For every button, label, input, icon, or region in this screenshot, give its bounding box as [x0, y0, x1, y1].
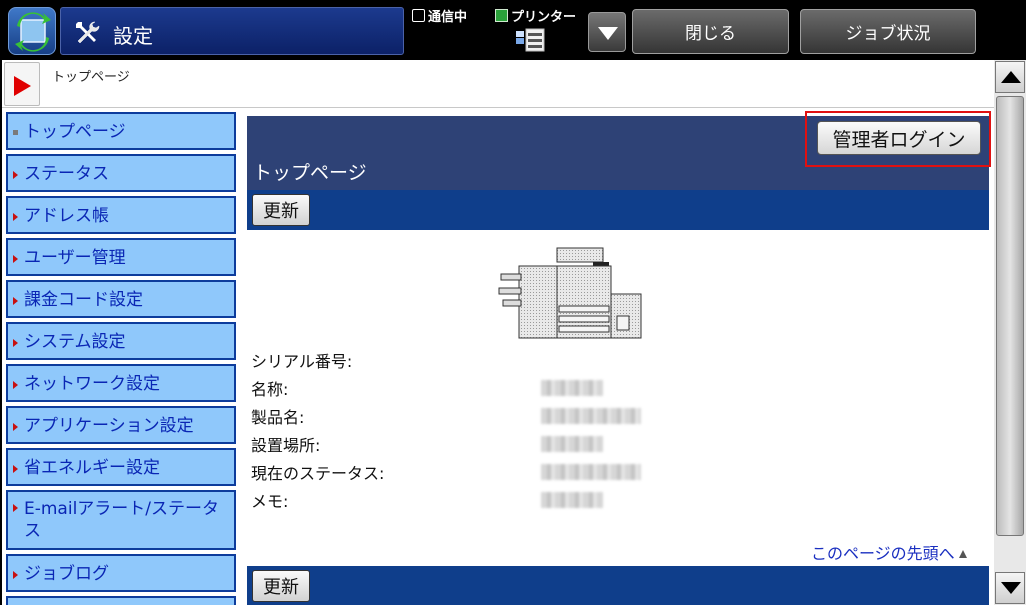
info-label: 現在のステータス:	[251, 464, 385, 483]
refresh-button[interactable]: 更新	[252, 570, 310, 602]
device-info-table: シリアル番号: 名称: 製品名: 設置場所: 現在のステータス: メモ:	[251, 346, 951, 514]
chevron-down-icon	[598, 27, 618, 40]
sidebar-item-application-settings[interactable]: アプリケーション設定	[6, 406, 236, 444]
back-to-top-link[interactable]: このページの先頭へ	[811, 540, 967, 564]
refresh-bar-bottom: 更新	[247, 566, 989, 605]
page-heading: トップページ	[253, 162, 367, 184]
checkbox-icon	[412, 9, 425, 22]
sidebar-item-label: ジョブログ	[24, 564, 109, 584]
arrow-bullet-icon	[13, 504, 18, 512]
redacted-value	[541, 380, 603, 396]
printer-active-icon	[495, 9, 508, 22]
info-row: 名称:	[251, 374, 951, 402]
sidebar-item-label: 課金コード設定	[24, 290, 143, 310]
arrow-bullet-icon	[13, 213, 18, 221]
sidebar-item-job-log[interactable]: ジョブログ	[6, 554, 236, 592]
info-row: メモ:	[251, 486, 951, 514]
refresh-button[interactable]: 更新	[252, 194, 310, 226]
info-row: シリアル番号:	[251, 346, 951, 374]
sidebar-item-status[interactable]: ステータス	[6, 154, 236, 192]
sidebar-item-email-alert[interactable]: E-mailアラート/ステータス	[6, 490, 236, 550]
triangle-up-icon	[1001, 71, 1021, 83]
sidebar-item-label: システム設定	[24, 332, 126, 352]
browser-content: トップページ トップページ ステータス アドレス帳 ユーザー管理 課金コード設定…	[2, 60, 994, 605]
printer-status-label: プリンター	[511, 10, 577, 25]
redacted-value	[541, 436, 603, 452]
triangle-down-icon	[1001, 582, 1021, 594]
sidebar-item-label: ステータス	[24, 164, 109, 184]
scroll-down-button[interactable]	[995, 572, 1025, 604]
scroll-up-button[interactable]	[995, 61, 1025, 93]
sidebar-item-label: トップページ	[24, 122, 126, 142]
dropdown-button[interactable]	[588, 12, 626, 52]
info-label: メモ:	[251, 492, 289, 511]
arrow-bullet-icon	[13, 423, 18, 431]
info-row: 現在のステータス:	[251, 458, 951, 486]
job-status-button[interactable]: ジョブ状況	[800, 9, 976, 54]
sidebar-item-address-book[interactable]: アドレス帳	[6, 196, 236, 234]
comm-status: 通信中	[412, 6, 467, 25]
play-arrow-icon	[14, 76, 31, 96]
main-panel: 管理者ログイン トップページ 更新 シリアル番号: 名称: 製品名: 設置場所:…	[247, 111, 991, 605]
comm-status-label: 通信中	[428, 10, 468, 25]
sidebar-item-billing-code[interactable]: 課金コード設定	[6, 280, 236, 318]
info-row: 製品名:	[251, 402, 951, 430]
printer-status: プリンター	[495, 6, 576, 25]
page-title: 設定	[113, 24, 153, 48]
sidebar-item-label: アドレス帳	[24, 206, 109, 226]
arrow-bullet-icon	[13, 297, 18, 305]
sidebar-item-energy-saving[interactable]: 省エネルギー設定	[6, 448, 236, 486]
sidebar-item-top-page[interactable]: トップページ	[6, 112, 236, 150]
redacted-value	[541, 492, 603, 508]
sidebar-item-label: アプリケーション設定	[24, 416, 194, 436]
info-label: シリアル番号:	[251, 352, 353, 371]
breadcrumb-text: トップページ	[52, 70, 130, 85]
arrow-bullet-icon	[13, 339, 18, 347]
tools-icon	[76, 21, 100, 44]
sidebar-item-label: E-mailアラート/ステータス	[24, 499, 220, 541]
arrow-bullet-icon	[13, 571, 18, 579]
sidebar-item-label: 省エネルギー設定	[24, 458, 160, 478]
square-bullet-icon	[13, 130, 18, 135]
mode-switch-icon[interactable]	[8, 7, 56, 55]
redacted-value	[541, 464, 641, 480]
main-header: 管理者ログイン トップページ	[247, 111, 991, 190]
info-label: 名称:	[251, 380, 289, 399]
sidebar: トップページ ステータス アドレス帳 ユーザー管理 課金コード設定 システム設定…	[6, 112, 238, 605]
breadcrumb-toggle-button[interactable]	[4, 62, 40, 106]
redacted-value	[541, 408, 641, 424]
arrow-bullet-icon	[13, 381, 18, 389]
vertical-scrollbar[interactable]	[994, 60, 1026, 605]
arrow-bullet-icon	[13, 465, 18, 473]
top-bar: 設定 通信中 プリンター 閉じる ジョブ状況	[0, 0, 1026, 60]
title-panel: 設定	[60, 7, 404, 55]
info-label: 製品名:	[251, 408, 305, 427]
sidebar-item-network-settings[interactable]: ネットワーク設定	[6, 364, 236, 402]
printer-icon	[516, 28, 545, 52]
triangle-up-icon	[958, 550, 967, 558]
info-row: 設置場所:	[251, 430, 951, 458]
arrow-bullet-icon	[13, 255, 18, 263]
sidebar-item-user-management[interactable]: ユーザー管理	[6, 238, 236, 276]
arrow-bullet-icon	[13, 171, 18, 179]
sidebar-item-label: ネットワーク設定	[24, 374, 160, 394]
highlight-box	[805, 111, 991, 167]
close-button[interactable]: 閉じる	[632, 9, 789, 54]
printer-device-image	[498, 247, 642, 339]
refresh-bar-top: 更新	[247, 190, 989, 230]
scroll-thumb[interactable]	[996, 96, 1024, 536]
sidebar-item-system-settings[interactable]: システム設定	[6, 322, 236, 360]
sidebar-item-next[interactable]	[6, 596, 236, 605]
breadcrumb: トップページ	[2, 60, 994, 108]
info-label: 設置場所:	[251, 436, 321, 455]
sidebar-item-label: ユーザー管理	[24, 248, 126, 268]
back-to-top-label: このページの先頭へ	[811, 544, 955, 563]
